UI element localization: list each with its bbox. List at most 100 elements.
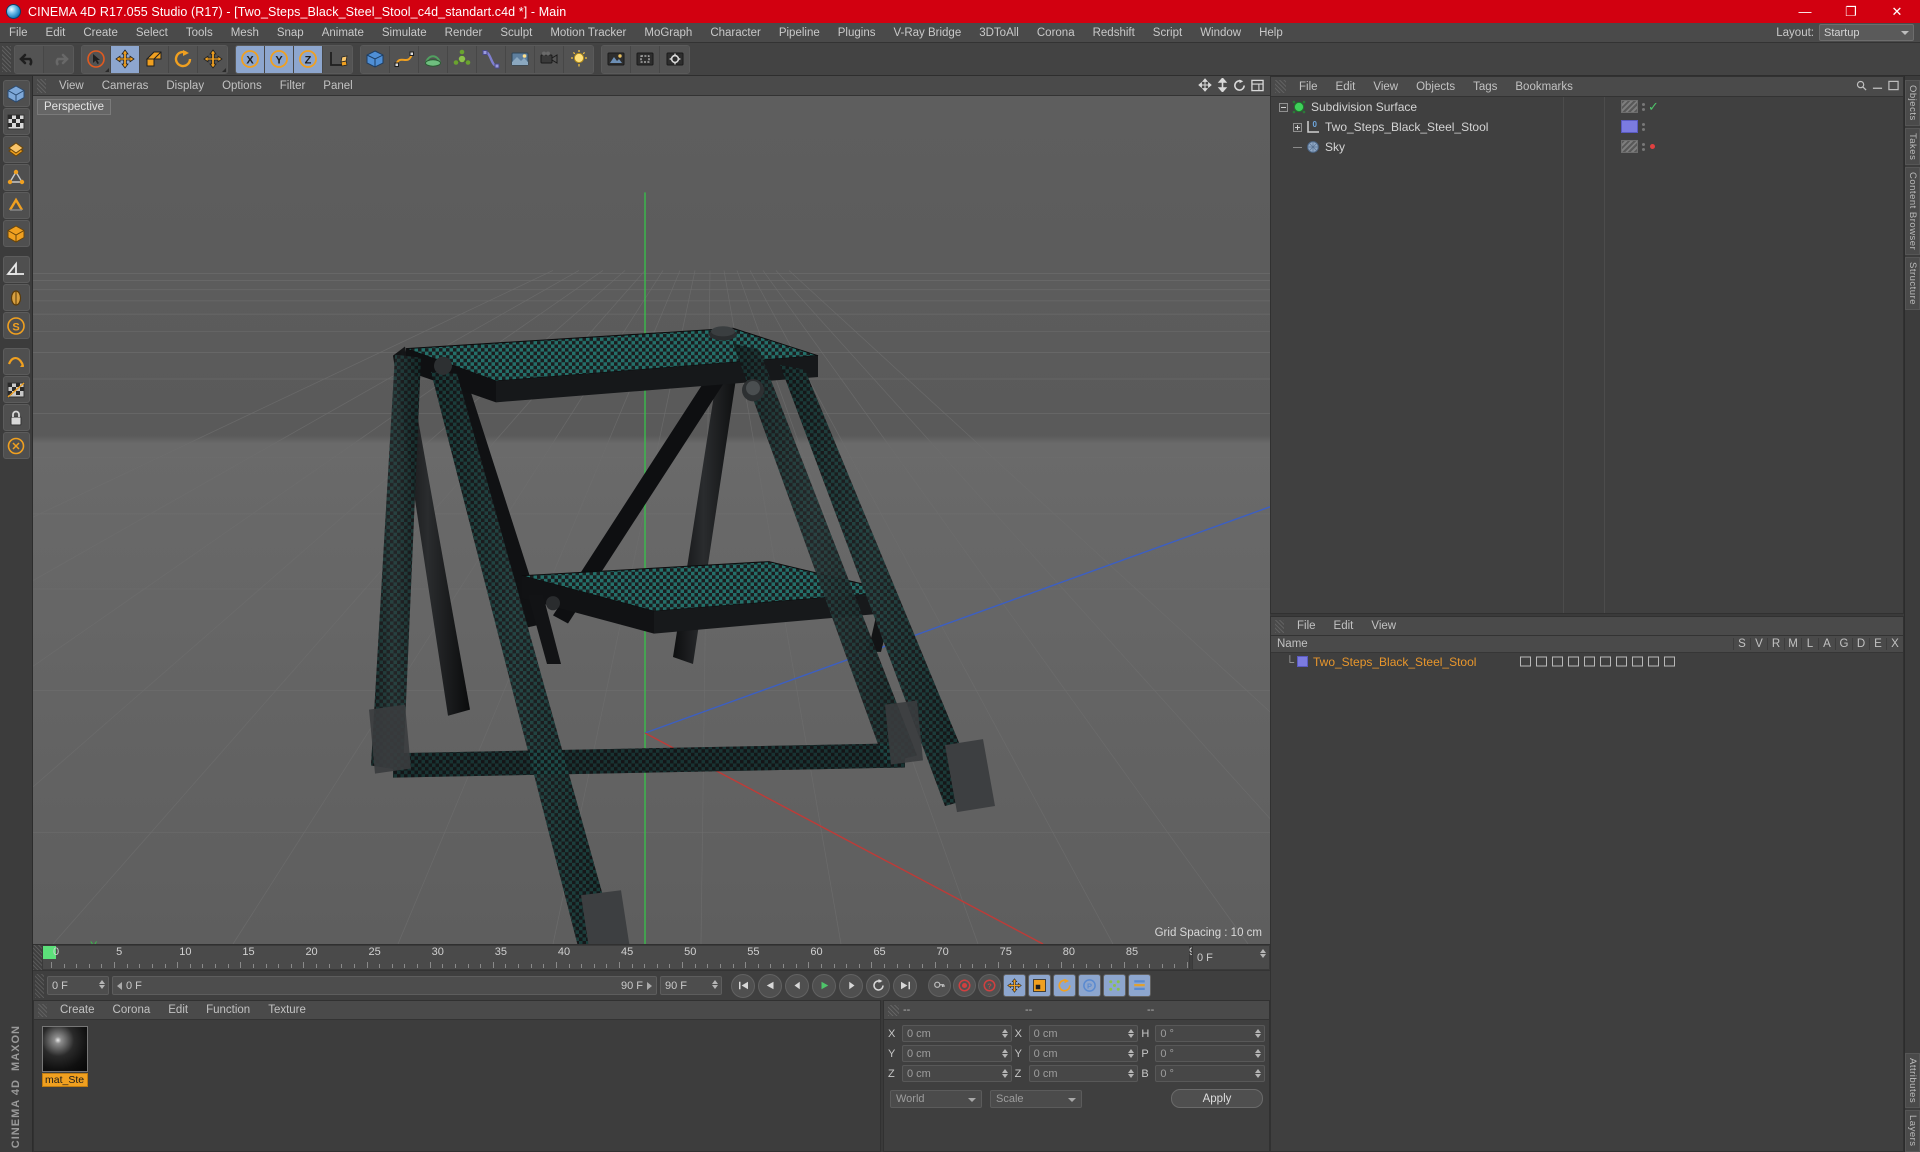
menu-animate[interactable]: Animate bbox=[313, 23, 373, 43]
point-mode-icon[interactable] bbox=[2, 164, 30, 191]
render-settings-icon[interactable] bbox=[660, 45, 689, 73]
pla-key-icon[interactable] bbox=[1103, 974, 1126, 997]
menu-mesh[interactable]: Mesh bbox=[222, 23, 268, 43]
loop-icon[interactable] bbox=[866, 973, 890, 998]
side-tab-objects[interactable]: Objects bbox=[1905, 80, 1920, 126]
side-tab-content-browser[interactable]: Content Browser bbox=[1905, 167, 1920, 256]
workplane-icon[interactable] bbox=[2, 256, 30, 283]
visibility-dots[interactable] bbox=[1642, 122, 1645, 131]
texture-mode-icon[interactable] bbox=[2, 108, 30, 135]
material-menu-texture[interactable]: Texture bbox=[259, 1001, 315, 1020]
material-menu-create[interactable]: Create bbox=[51, 1001, 104, 1020]
attribute-column-v[interactable]: V bbox=[1750, 638, 1767, 650]
transport-grip[interactable] bbox=[35, 973, 44, 998]
coord-input-size-x[interactable]: 0 cm bbox=[1028, 1025, 1139, 1042]
edge-mode-icon[interactable] bbox=[2, 192, 30, 219]
current-frame-input[interactable]: 0 F bbox=[47, 976, 109, 995]
viewport-menu-cameras[interactable]: Cameras bbox=[93, 76, 158, 96]
x-axis-icon[interactable]: X bbox=[236, 45, 265, 73]
stepper-icon[interactable] bbox=[1128, 1049, 1135, 1058]
menu-character[interactable]: Character bbox=[701, 23, 770, 43]
menu-select[interactable]: Select bbox=[127, 23, 177, 43]
stepper-icon[interactable] bbox=[1128, 1069, 1135, 1078]
step-forward-icon[interactable] bbox=[839, 973, 863, 998]
material-tag-icon[interactable] bbox=[1621, 120, 1638, 133]
go-to-start-icon[interactable] bbox=[731, 973, 755, 998]
attribute-column-r[interactable]: R bbox=[1767, 638, 1784, 650]
toolbar-flyout-corner-icon[interactable] bbox=[222, 67, 226, 72]
max-frame-input[interactable]: 90 F bbox=[660, 976, 722, 995]
object-tree[interactable]: Subdivision Surface ✓ 0 Two_Steps_Black_Ste… bbox=[1271, 97, 1903, 613]
minimize-panel-icon[interactable] bbox=[1872, 80, 1883, 91]
menu-corona[interactable]: Corona bbox=[1028, 23, 1084, 43]
side-tab-structure[interactable]: Structure bbox=[1905, 257, 1920, 311]
coord-input-size-y[interactable]: 0 cm bbox=[1028, 1045, 1139, 1062]
enable-check-icon[interactable]: ✓ bbox=[1648, 100, 1659, 113]
visibility-dots[interactable] bbox=[1642, 142, 1645, 151]
material-menu-function[interactable]: Function bbox=[197, 1001, 259, 1020]
menu-v-ray-bridge[interactable]: V-Ray Bridge bbox=[884, 23, 970, 43]
timeline-ruler[interactable]: 051015202530354045505560657075808590 bbox=[42, 945, 1201, 970]
coord-input-size-z[interactable]: 0 cm bbox=[1028, 1065, 1139, 1082]
menu-snap[interactable]: Snap bbox=[268, 23, 313, 43]
deformer-icon[interactable] bbox=[477, 45, 506, 73]
axis-modify-icon[interactable] bbox=[2, 284, 30, 311]
range-right-handle-icon[interactable] bbox=[647, 981, 652, 990]
lock-icon[interactable] bbox=[2, 404, 30, 431]
rotate-axis-icon[interactable] bbox=[1233, 78, 1246, 92]
record-active-icon[interactable] bbox=[953, 974, 976, 997]
tree-expander[interactable] bbox=[1289, 122, 1305, 132]
view-icon[interactable] bbox=[1535, 655, 1548, 668]
object-row[interactable]: Subdivision Surface ✓ bbox=[1271, 97, 1903, 117]
timeline-grip[interactable] bbox=[33, 945, 42, 970]
object-menu-grip[interactable] bbox=[1275, 80, 1286, 93]
menu-mograph[interactable]: MoGraph bbox=[635, 23, 701, 43]
attribute-column-e[interactable]: E bbox=[1869, 638, 1886, 650]
material-item[interactable]: mat_Ste bbox=[42, 1026, 88, 1087]
render-region-icon[interactable] bbox=[631, 45, 660, 73]
attribute-menu-file[interactable]: File bbox=[1288, 617, 1325, 636]
visibility-dots[interactable] bbox=[1642, 102, 1645, 111]
attribute-column-x[interactable]: X bbox=[1886, 638, 1903, 650]
xref-icon[interactable] bbox=[1663, 655, 1676, 668]
object-menu-view[interactable]: View bbox=[1364, 77, 1407, 97]
attribute-row[interactable]: └ Two_Steps_Black_Steel_Stool bbox=[1271, 653, 1903, 670]
light-icon[interactable] bbox=[564, 45, 593, 73]
viewport-menu-grip[interactable] bbox=[37, 78, 46, 93]
position-key-icon[interactable] bbox=[1003, 974, 1026, 997]
close-button[interactable]: ✕ bbox=[1874, 0, 1920, 23]
autokey-icon[interactable] bbox=[928, 974, 951, 997]
lock-icon[interactable] bbox=[1583, 655, 1596, 668]
object-row[interactable]: 0 Two_Steps_Black_Steel_Stool bbox=[1271, 117, 1903, 137]
status-dot[interactable] bbox=[1650, 144, 1655, 149]
preview-range-bar[interactable]: 0 F 90 F bbox=[112, 976, 657, 995]
attribute-column-g[interactable]: G bbox=[1835, 638, 1852, 650]
menu-file[interactable]: File bbox=[0, 23, 37, 43]
menu-render[interactable]: Render bbox=[436, 23, 492, 43]
render-view-icon[interactable] bbox=[602, 45, 631, 73]
param-key-icon[interactable]: P bbox=[1078, 974, 1101, 997]
attribute-menu-view[interactable]: View bbox=[1362, 617, 1405, 636]
coordinate-mode-dropdown[interactable]: Scale bbox=[990, 1089, 1082, 1108]
attribute-column-a[interactable]: A bbox=[1818, 638, 1835, 650]
polygon-mode-icon[interactable] bbox=[2, 136, 30, 163]
y-axis-icon[interactable]: Y bbox=[265, 45, 294, 73]
menu-plugins[interactable]: Plugins bbox=[829, 23, 885, 43]
stepper-icon[interactable] bbox=[1260, 949, 1266, 958]
perspective-viewport[interactable]: Perspective Grid Spacing : 10 cm bbox=[33, 96, 1270, 944]
stepper-icon[interactable] bbox=[1255, 1029, 1262, 1038]
expression-icon[interactable] bbox=[1647, 655, 1660, 668]
scale-key-icon[interactable] bbox=[1028, 974, 1051, 997]
menu-redshift[interactable]: Redshift bbox=[1084, 23, 1144, 43]
stepper-icon[interactable] bbox=[1255, 1049, 1262, 1058]
attribute-column-m[interactable]: M bbox=[1784, 638, 1801, 650]
generator-tag-icon[interactable] bbox=[1621, 140, 1638, 153]
step-back-icon[interactable] bbox=[785, 973, 809, 998]
quantize-icon[interactable] bbox=[2, 432, 30, 459]
menu-3dtoall[interactable]: 3DToAll bbox=[970, 23, 1028, 43]
material-menu-edit[interactable]: Edit bbox=[159, 1001, 197, 1020]
coord-input-position-z[interactable]: 0 cm bbox=[902, 1065, 1012, 1082]
stepper-icon[interactable] bbox=[1001, 1069, 1008, 1078]
object-menu-file[interactable]: File bbox=[1290, 77, 1327, 97]
viewport-menu-display[interactable]: Display bbox=[157, 76, 213, 96]
